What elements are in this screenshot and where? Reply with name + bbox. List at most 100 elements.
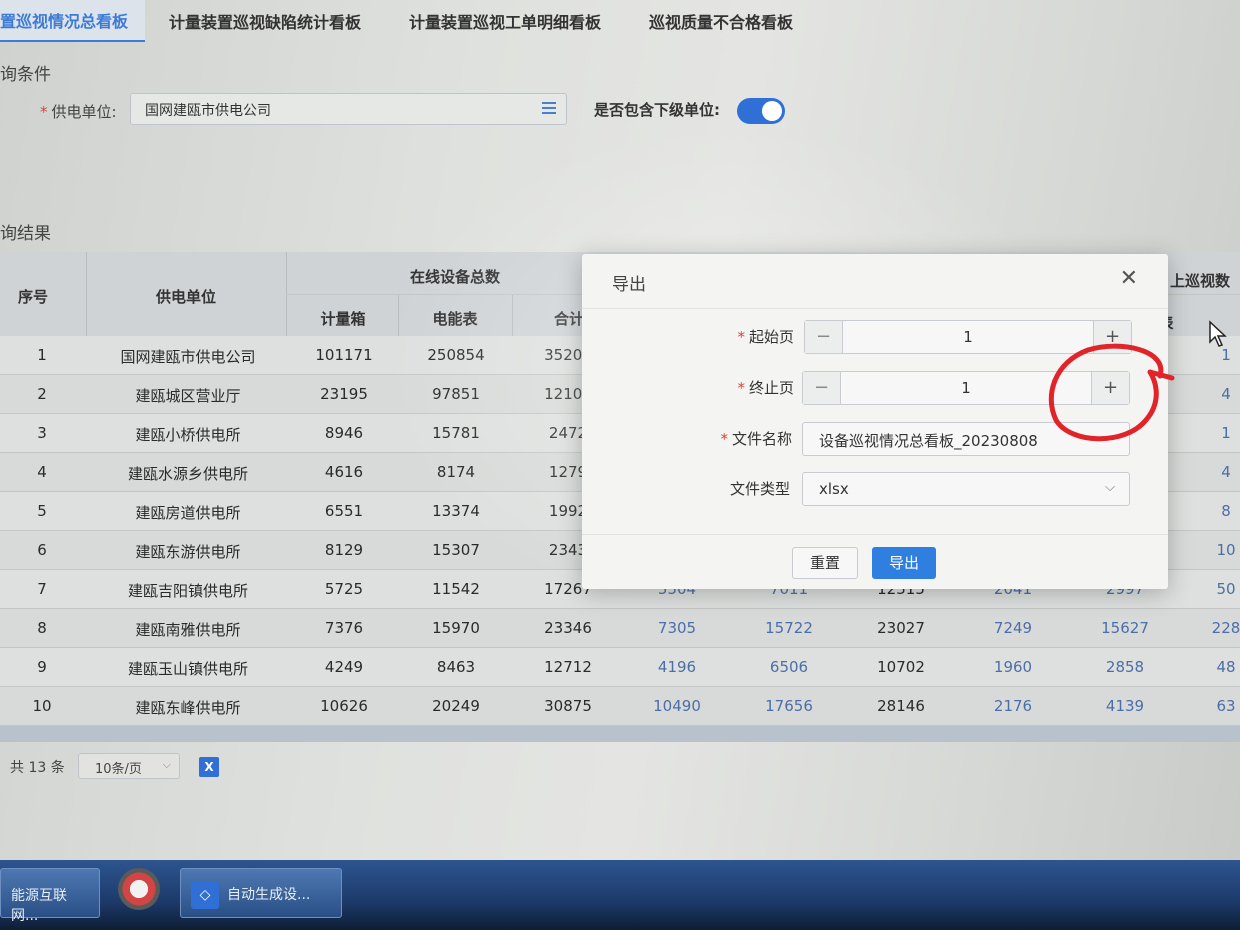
- table-cell-seq: 10: [32, 697, 52, 715]
- table-cell-box: 23195: [320, 385, 368, 403]
- table-cell-c9[interactable]: 48: [1196, 658, 1240, 676]
- table-cell-c9[interactable]: 1: [1196, 424, 1240, 442]
- table-cell-c4[interactable]: 10490: [622, 697, 732, 715]
- reset-button[interactable]: 重置: [792, 547, 858, 579]
- table-cell-c7[interactable]: 1960: [958, 658, 1068, 676]
- header-right-partial: 上巡视数: [1169, 272, 1230, 290]
- start-page-value[interactable]: 1: [843, 328, 1093, 346]
- table-cell-meter: 97851: [432, 385, 480, 403]
- table-cell-unit: 国网建瓯市供电公司: [120, 348, 256, 366]
- table-cell-c9[interactable]: 228: [1196, 619, 1240, 637]
- table-cell-box: 6551: [324, 502, 364, 520]
- table-scrollbar[interactable]: [0, 726, 1240, 742]
- header-seq: 序号: [17, 288, 48, 306]
- table-cell-unit: 建瓯房道供电所: [135, 504, 241, 522]
- table-cell-box: 8129: [324, 541, 364, 559]
- start-page-stepper[interactable]: − 1 +: [804, 320, 1132, 354]
- tab-bar: 置巡视情况总看板 计量装置巡视缺陷统计看板 计量装置巡视工单明细看板 巡视质量不…: [0, 0, 1240, 42]
- include-sub-toggle[interactable]: [737, 98, 785, 124]
- table-cell-meter: 15970: [432, 619, 480, 637]
- table-cell-seq: 2: [37, 385, 47, 403]
- table-cell-seq: 9: [37, 658, 47, 676]
- minus-icon[interactable]: −: [803, 372, 841, 404]
- table-cell-box: 7376: [324, 619, 364, 637]
- table-cell-c9[interactable]: 1: [1196, 346, 1240, 364]
- unit-select[interactable]: 国网建瓯市供电公司: [130, 93, 567, 125]
- plus-icon[interactable]: +: [1091, 372, 1129, 404]
- table-cell-meter: 15307: [432, 541, 480, 559]
- table-cell-unit: 建瓯水源乡供电所: [127, 465, 248, 483]
- table-cell-box: 101171: [315, 346, 373, 364]
- toggle-knob: [762, 101, 782, 121]
- page-size-select[interactable]: 10条/页 ⌵: [78, 753, 180, 779]
- end-page-label: * 终止页: [737, 379, 794, 397]
- table-cell-c9[interactable]: 4: [1196, 463, 1240, 481]
- table-cell-c8[interactable]: 15627: [1070, 619, 1180, 637]
- filetype-select[interactable]: xlsx ⌵: [802, 472, 1130, 506]
- cursor-icon: [1209, 320, 1227, 347]
- end-page-value[interactable]: 1: [841, 379, 1091, 397]
- chevron-down-icon: ⌵: [162, 758, 171, 771]
- tab-quality-fail[interactable]: 巡视质量不合格看板: [625, 0, 817, 42]
- taskbar-item-internet[interactable]: 能源互联网...: [0, 868, 100, 924]
- table-cell-c9[interactable]: 8: [1196, 502, 1240, 520]
- unit-label: * 供电单位:: [40, 103, 117, 121]
- table-cell-box: 4249: [324, 658, 364, 676]
- header-box: 计量箱: [320, 310, 366, 328]
- app-icon: ◇: [191, 881, 219, 909]
- plus-icon[interactable]: +: [1093, 321, 1131, 353]
- table-row[interactable]: 8 建瓯南雅供电所 7376 15970 23346 7305 15722 23027 7249…: [0, 609, 1240, 648]
- table-cell-unit: 建瓯吉阳镇供电所: [127, 582, 248, 600]
- table-cell-c9[interactable]: 63: [1196, 697, 1240, 715]
- table-cell-seq: 7: [37, 580, 47, 598]
- table-cell-c9[interactable]: 4: [1196, 385, 1240, 403]
- end-page-stepper[interactable]: − 1 +: [802, 371, 1130, 405]
- table-cell-c7[interactable]: 7249: [958, 619, 1068, 637]
- table-cell-c5[interactable]: 6506: [734, 658, 844, 676]
- table-cell-c4[interactable]: 4196: [622, 658, 732, 676]
- table-cell-meter: 11542: [432, 580, 480, 598]
- tab-workorder-detail[interactable]: 计量装置巡视工单明细看板: [385, 0, 625, 42]
- query-section-title: 询条件: [0, 65, 51, 85]
- filename-input[interactable]: 设备巡视情况总看板_20230808: [802, 422, 1130, 456]
- header-online-group: 在线设备总数: [409, 268, 500, 286]
- table-cell-c6: 28146: [877, 697, 925, 715]
- table-cell-meter: 8174: [436, 463, 476, 481]
- tab-overview[interactable]: 置巡视情况总看板: [0, 0, 145, 42]
- table-cell-c7[interactable]: 2176: [958, 697, 1068, 715]
- table-cell-c9[interactable]: 50: [1196, 580, 1240, 598]
- taskbar-item-autogen[interactable]: ◇ 自动生成设...: [180, 868, 342, 918]
- export-dialog: 导出 ✕ * 起始页 − 1 + * 终止页 − 1 + * 文件名称 设备巡视情况总…: [582, 254, 1168, 589]
- table-cell-unit: 建瓯城区营业厅: [135, 387, 241, 405]
- table-cell-c8[interactable]: 2858: [1070, 658, 1180, 676]
- export-button[interactable]: 导出: [872, 547, 936, 579]
- table-cell-c5[interactable]: 15722: [734, 619, 844, 637]
- filetype-label: 文件类型: [729, 480, 790, 498]
- table-row[interactable]: 10 建瓯东峰供电所 10626 20249 30875 10490 17656 28146 2…: [0, 687, 1240, 726]
- table-cell-c4[interactable]: 7305: [622, 619, 732, 637]
- dialog-title: 导出: [612, 275, 646, 295]
- table-cell-box: 4616: [324, 463, 364, 481]
- browser-icon[interactable]: [118, 868, 160, 910]
- close-icon[interactable]: ✕: [1120, 266, 1138, 292]
- minus-icon[interactable]: −: [805, 321, 843, 353]
- results-section-title: 询结果: [0, 224, 51, 244]
- table-cell-c8[interactable]: 4139: [1070, 697, 1180, 715]
- table-cell-c9[interactable]: 10: [1196, 541, 1240, 559]
- chevron-down-icon: ⌵: [1105, 480, 1115, 495]
- table-cell-c5[interactable]: 17656: [734, 697, 844, 715]
- tab-defect-stats[interactable]: 计量装置巡视缺陷统计看板: [145, 0, 385, 42]
- table-cell-box: 10626: [320, 697, 368, 715]
- table-cell-meter: 250854: [427, 346, 485, 364]
- filename-label: * 文件名称: [720, 430, 792, 448]
- table-cell-meter: 20249: [432, 697, 480, 715]
- table-cell-total: 30875: [544, 697, 592, 715]
- pager-total: 共 13 条: [10, 760, 65, 776]
- table-cell-seq: 3: [37, 424, 47, 442]
- table-cell-unit: 建瓯玉山镇供电所: [127, 660, 248, 678]
- table-cell-box: 8946: [324, 424, 364, 442]
- header-unit: 供电单位: [155, 288, 216, 306]
- table-row[interactable]: 9 建瓯玉山镇供电所 4249 8463 12712 4196 6506 10702 1960 2…: [0, 648, 1240, 687]
- excel-icon[interactable]: X: [199, 757, 219, 777]
- list-icon[interactable]: [542, 102, 556, 114]
